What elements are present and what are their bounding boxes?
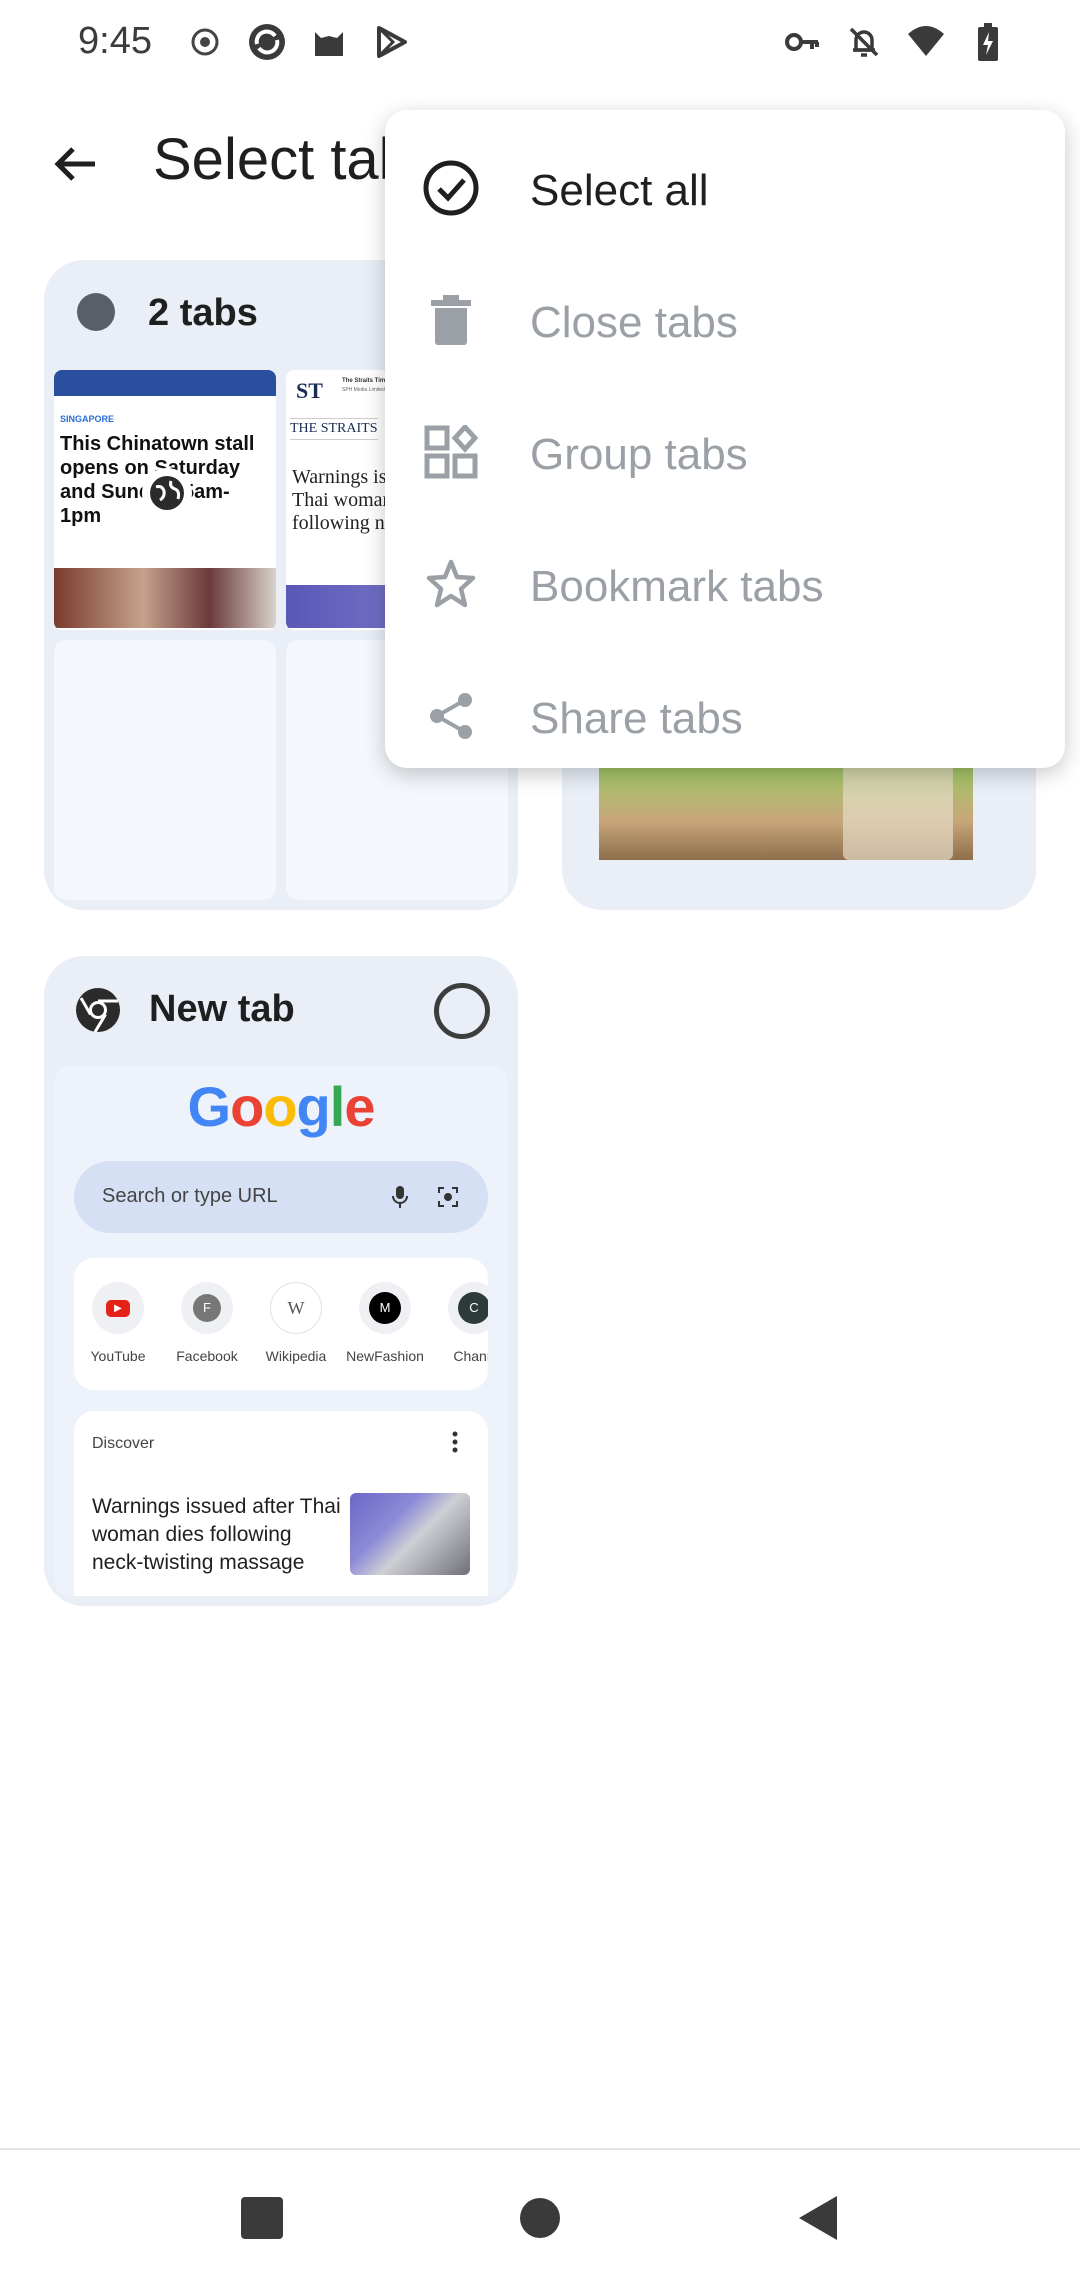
menu-item-select-all[interactable]: Select all: [385, 122, 1065, 254]
shortcuts-row: ▶ YouTube F Facebook W Wikipedia M NewFa…: [74, 1258, 488, 1390]
menu-item-label: Select all: [530, 166, 709, 215]
newfashion-icon: M: [359, 1282, 411, 1334]
menu-item-close-tabs[interactable]: Close tabs: [385, 254, 1065, 386]
overflow-menu: Select all Close tabs Group tabs Bookmar…: [385, 110, 1065, 768]
status-right-icons: [782, 22, 1008, 62]
globe-icon: [142, 468, 192, 518]
shortcut-youtube: ▶ YouTube: [74, 1282, 162, 1364]
article-tag: SINGAPORE: [60, 414, 115, 424]
menu-item-label: Group tabs: [530, 430, 748, 479]
empty-thumbnail: [54, 640, 276, 900]
menu-item-share-tabs[interactable]: Share tabs: [385, 650, 1065, 762]
shortcut-newfashion: M NewFashion: [341, 1282, 429, 1364]
record-icon: [185, 22, 225, 62]
site-header-bar: [54, 370, 276, 396]
play-store-icon: [371, 22, 411, 62]
tab-group-indicator: [77, 293, 115, 331]
share-icon: [423, 688, 479, 744]
google-logo: Google: [187, 1075, 376, 1138]
discover-headline: Warnings issued after Thai woman dies fo…: [92, 1495, 341, 1574]
youtube-icon: ▶: [92, 1282, 144, 1334]
chrome-icon: [74, 986, 122, 1034]
facebook-icon: F: [181, 1282, 233, 1334]
back-button[interactable]: [788, 2188, 848, 2248]
cat-app-icon: [309, 22, 349, 62]
status-bar: 9:45: [0, 0, 1080, 88]
status-time: 9:45: [78, 20, 152, 62]
app-sync-icon: [247, 22, 287, 62]
menu-item-label: Close tabs: [530, 298, 738, 347]
tab-thumbnail-1: SINGAPORE This Chinatown stall opens on …: [54, 370, 276, 630]
tab-group-title: 2 tabs: [148, 292, 258, 334]
shortcut-channel: C Chann: [430, 1282, 488, 1364]
publisher-logo: ST: [296, 378, 323, 403]
star-icon: [423, 556, 479, 612]
publisher-sub: SPH Media Limited: [342, 387, 385, 393]
menu-item-label: Bookmark tabs: [530, 562, 824, 611]
lens-icon: [436, 1185, 460, 1209]
mic-icon: [390, 1185, 410, 1209]
shortcut-wikipedia: W Wikipedia: [252, 1282, 340, 1364]
home-button[interactable]: [510, 2188, 570, 2248]
shortcut-facebook: F Facebook: [163, 1282, 251, 1364]
discover-card: Discover Warnings issued after Thai woma…: [74, 1411, 488, 1596]
status-left-icons: [185, 22, 411, 62]
trash-icon: [423, 292, 479, 348]
battery-charging-icon: [968, 22, 1008, 62]
recents-button[interactable]: [232, 2188, 292, 2248]
channel-icon: C: [448, 1282, 488, 1334]
search-box: Search or type URL: [74, 1161, 488, 1233]
menu-item-bookmark-tabs[interactable]: Bookmark tabs: [385, 518, 1065, 650]
check-circle-icon: [423, 160, 479, 216]
masthead: THE STRAITS: [290, 418, 378, 440]
discover-thumbnail: [350, 1493, 470, 1575]
discover-label: Discover: [92, 1435, 155, 1452]
article-photo: [54, 568, 276, 628]
wikipedia-icon: W: [270, 1282, 322, 1334]
new-tab-card[interactable]: New tab Google Search or type URL ▶ YouT…: [44, 956, 518, 1606]
menu-item-label: Share tabs: [530, 694, 743, 743]
wifi-icon: [906, 22, 946, 62]
more-vert-icon: [452, 1431, 458, 1458]
tab-select-checkbox[interactable]: [434, 983, 490, 1039]
system-nav-bar: [0, 2148, 1080, 2280]
search-placeholder: Search or type URL: [102, 1185, 278, 1207]
arrow-back-icon[interactable]: [40, 128, 112, 200]
menu-item-group-tabs[interactable]: Group tabs: [385, 386, 1065, 518]
tab-title: New tab: [149, 988, 295, 1030]
group-tabs-icon: [423, 424, 479, 480]
new-tab-preview: Google Search or type URL ▶ YouTube F Fa…: [54, 1066, 508, 1596]
notifications-off-icon: [844, 22, 884, 62]
vpn-key-icon: [782, 22, 822, 62]
card-header: New tab: [44, 956, 518, 1066]
